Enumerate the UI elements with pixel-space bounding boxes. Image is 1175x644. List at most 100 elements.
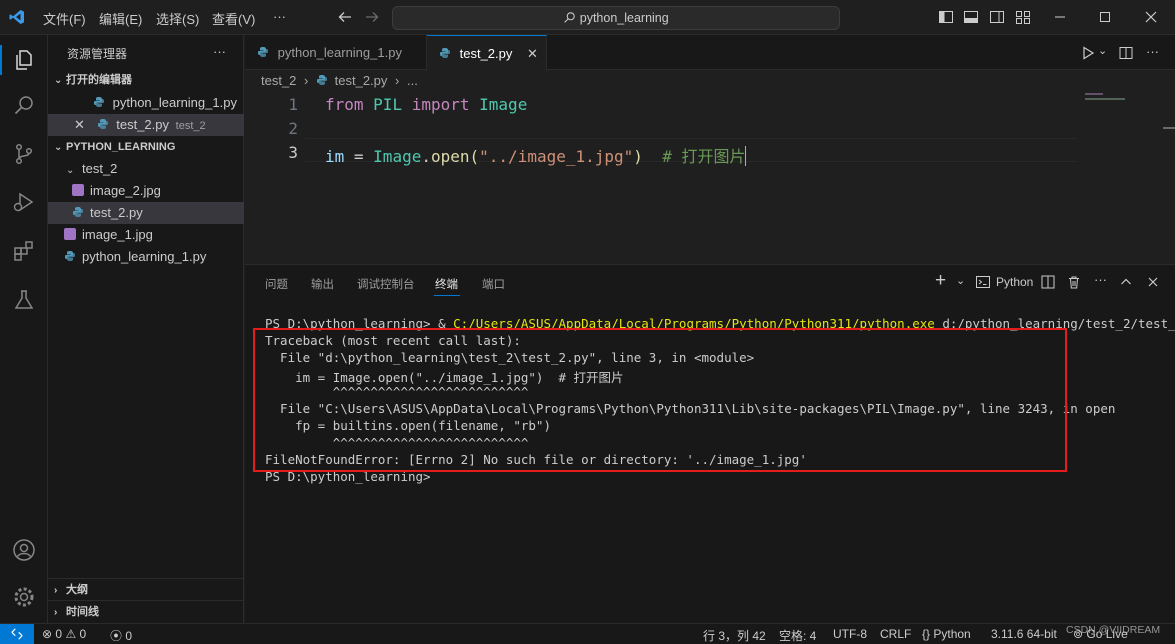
- toggle-primary-sidebar-icon[interactable]: [938, 9, 954, 25]
- tree-item-label: python_learning_1.py: [82, 249, 207, 264]
- tab-terminal[interactable]: 终端: [435, 276, 458, 292]
- toggle-panel-icon[interactable]: [963, 9, 979, 25]
- explorer-icon[interactable]: [12, 48, 36, 72]
- tab-close-icon[interactable]: ✕: [527, 36, 538, 71]
- line-number: 3: [288, 143, 298, 162]
- indentation[interactable]: 空格: 4: [779, 627, 816, 644]
- python-file-icon: [317, 75, 328, 85]
- forward-arrow-icon[interactable]: [364, 9, 380, 25]
- manage-gear-icon[interactable]: [12, 585, 36, 609]
- outline-header[interactable]: › 大纲: [48, 579, 244, 601]
- search-text: python_learning: [579, 11, 669, 25]
- chevron-right-icon: ›: [54, 607, 58, 618]
- tree-item-label: test_2: [82, 161, 118, 176]
- class-name: Image: [373, 147, 422, 166]
- toggle-secondary-sidebar-icon[interactable]: [989, 9, 1005, 25]
- tree-item-file[interactable]: image_2.jpg: [48, 180, 244, 202]
- tab-debug-console[interactable]: 调试控制台: [357, 276, 415, 292]
- close-panel-icon[interactable]: [1146, 275, 1160, 289]
- minimize-icon[interactable]: [1052, 9, 1068, 25]
- terminal-dropdown-chevron-icon[interactable]: ⌄: [956, 274, 965, 287]
- run-file-icon[interactable]: [1080, 45, 1096, 61]
- customize-layout-icon[interactable]: [1015, 9, 1031, 25]
- menu-selection[interactable]: 选择(S): [156, 9, 199, 28]
- remote-indicator[interactable]: [0, 624, 34, 644]
- python-file-icon: [97, 119, 108, 129]
- end-of-line[interactable]: CRLF: [880, 627, 911, 641]
- panel-more-actions[interactable]: ···: [1094, 272, 1107, 287]
- tab-test-2[interactable]: test_2.py ✕: [427, 35, 547, 71]
- chevron-down-icon: ⌄: [54, 75, 63, 86]
- maximize-icon[interactable]: [1097, 9, 1113, 25]
- menu-edit[interactable]: 编辑(E): [99, 9, 142, 28]
- breadcrumb-rest[interactable]: ...: [407, 73, 418, 88]
- open-editors-header[interactable]: ⌄ 打开的编辑器: [48, 69, 244, 91]
- braces-icon: {}: [922, 627, 931, 641]
- command-center-search[interactable]: python_learning: [392, 6, 840, 30]
- tree-item-file[interactable]: image_1.jpg: [48, 224, 244, 246]
- extensions-icon[interactable]: [12, 239, 36, 263]
- string-literal: "../image_1.jpg": [479, 147, 634, 166]
- class-name: Image: [479, 95, 528, 114]
- terminal-name[interactable]: Python: [996, 275, 1033, 289]
- error-icon: ⊗: [42, 627, 53, 641]
- python-file-icon: [65, 251, 75, 261]
- new-terminal-plus-icon[interactable]: +: [935, 270, 946, 292]
- python-file-icon: [440, 48, 450, 58]
- problems-status[interactable]: ⊗ 0 ⚠ 0: [42, 627, 86, 641]
- open-editors-label: 打开的编辑器: [66, 74, 132, 86]
- cursor-position[interactable]: 行 3，列 42: [703, 627, 766, 644]
- line-number: 2: [288, 119, 298, 138]
- source-control-icon[interactable]: [12, 142, 36, 166]
- search-sidebar-icon[interactable]: [12, 94, 36, 118]
- run-and-debug-icon[interactable]: [12, 190, 36, 214]
- language-mode[interactable]: {} Python: [922, 627, 971, 641]
- folder-header-label: PYTHON_LEARNING: [66, 141, 176, 153]
- tree-item-file[interactable]: python_learning_1.py: [48, 246, 244, 268]
- open-editor-item-active[interactable]: ✕ test_2.py test_2: [48, 114, 244, 136]
- menu-view[interactable]: 查看(V): [212, 9, 255, 28]
- chevron-down-icon: ⌄: [66, 165, 75, 176]
- tab-output[interactable]: 输出: [311, 276, 334, 292]
- editor-tab-bar: python_learning_1.py test_2.py ✕ ⌄ ···: [245, 35, 1175, 71]
- ports-status[interactable]: ⦿ 0: [110, 627, 132, 644]
- testing-flask-icon[interactable]: [12, 288, 36, 312]
- keyword: from: [325, 95, 364, 114]
- menu-file[interactable]: 文件(F): [43, 9, 86, 28]
- folder-header[interactable]: ⌄ PYTHON_LEARNING: [48, 136, 244, 158]
- maximize-panel-chevron-up-icon[interactable]: [1119, 275, 1133, 289]
- editor-more-actions[interactable]: ···: [1146, 44, 1159, 59]
- split-terminal-icon[interactable]: [1041, 275, 1055, 289]
- split-editor-icon[interactable]: [1118, 45, 1134, 61]
- tab-problems[interactable]: 问题: [265, 276, 288, 292]
- status-bar: ⊗ 0 ⚠ 0 ⦿ 0 行 3，列 42 空格: 4 UTF-8 CRLF {}…: [0, 623, 1175, 644]
- active-tab-underline: [434, 295, 460, 296]
- title-bar: 文件(F) 编辑(E) 选择(S) 查看(V) ··· python_learn…: [0, 0, 1175, 35]
- tab-ports[interactable]: 端口: [482, 276, 505, 292]
- menu-more[interactable]: ···: [273, 9, 286, 24]
- tab-python-learning-1[interactable]: python_learning_1.py: [245, 35, 427, 70]
- python-interpreter[interactable]: 3.11.6 64-bit: [991, 627, 1057, 641]
- code-editor[interactable]: 1 2 3 from PIL import Image im = Image.o…: [245, 92, 1175, 264]
- trash-icon[interactable]: [1067, 275, 1081, 289]
- close-editor-icon[interactable]: ✕: [74, 114, 93, 136]
- open-editor-item[interactable]: python_learning_1.py: [48, 92, 244, 114]
- chevron-right-icon: ›: [54, 585, 58, 596]
- tree-item-file-selected[interactable]: test_2.py: [48, 202, 244, 224]
- active-indicator: [0, 45, 2, 75]
- breadcrumb-folder[interactable]: test_2: [261, 73, 296, 88]
- broadcast-icon: ⦿: [110, 629, 123, 643]
- accounts-icon[interactable]: [12, 538, 36, 562]
- run-dropdown-chevron-icon[interactable]: ⌄: [1098, 44, 1107, 57]
- minimap[interactable]: [1085, 92, 1125, 104]
- ports-count: 0: [125, 629, 133, 643]
- tree-item-folder[interactable]: ⌄ test_2: [48, 158, 244, 180]
- back-arrow-icon[interactable]: [337, 9, 353, 25]
- encoding[interactable]: UTF-8: [833, 627, 867, 641]
- close-window-icon[interactable]: [1143, 9, 1159, 25]
- python-file-icon: [258, 47, 268, 57]
- sidebar-more-actions[interactable]: ···: [213, 44, 226, 59]
- timeline-header[interactable]: › 时间线: [48, 601, 244, 623]
- breadcrumb-file[interactable]: test_2.py: [335, 73, 388, 88]
- error-highlight-box: [253, 328, 1067, 472]
